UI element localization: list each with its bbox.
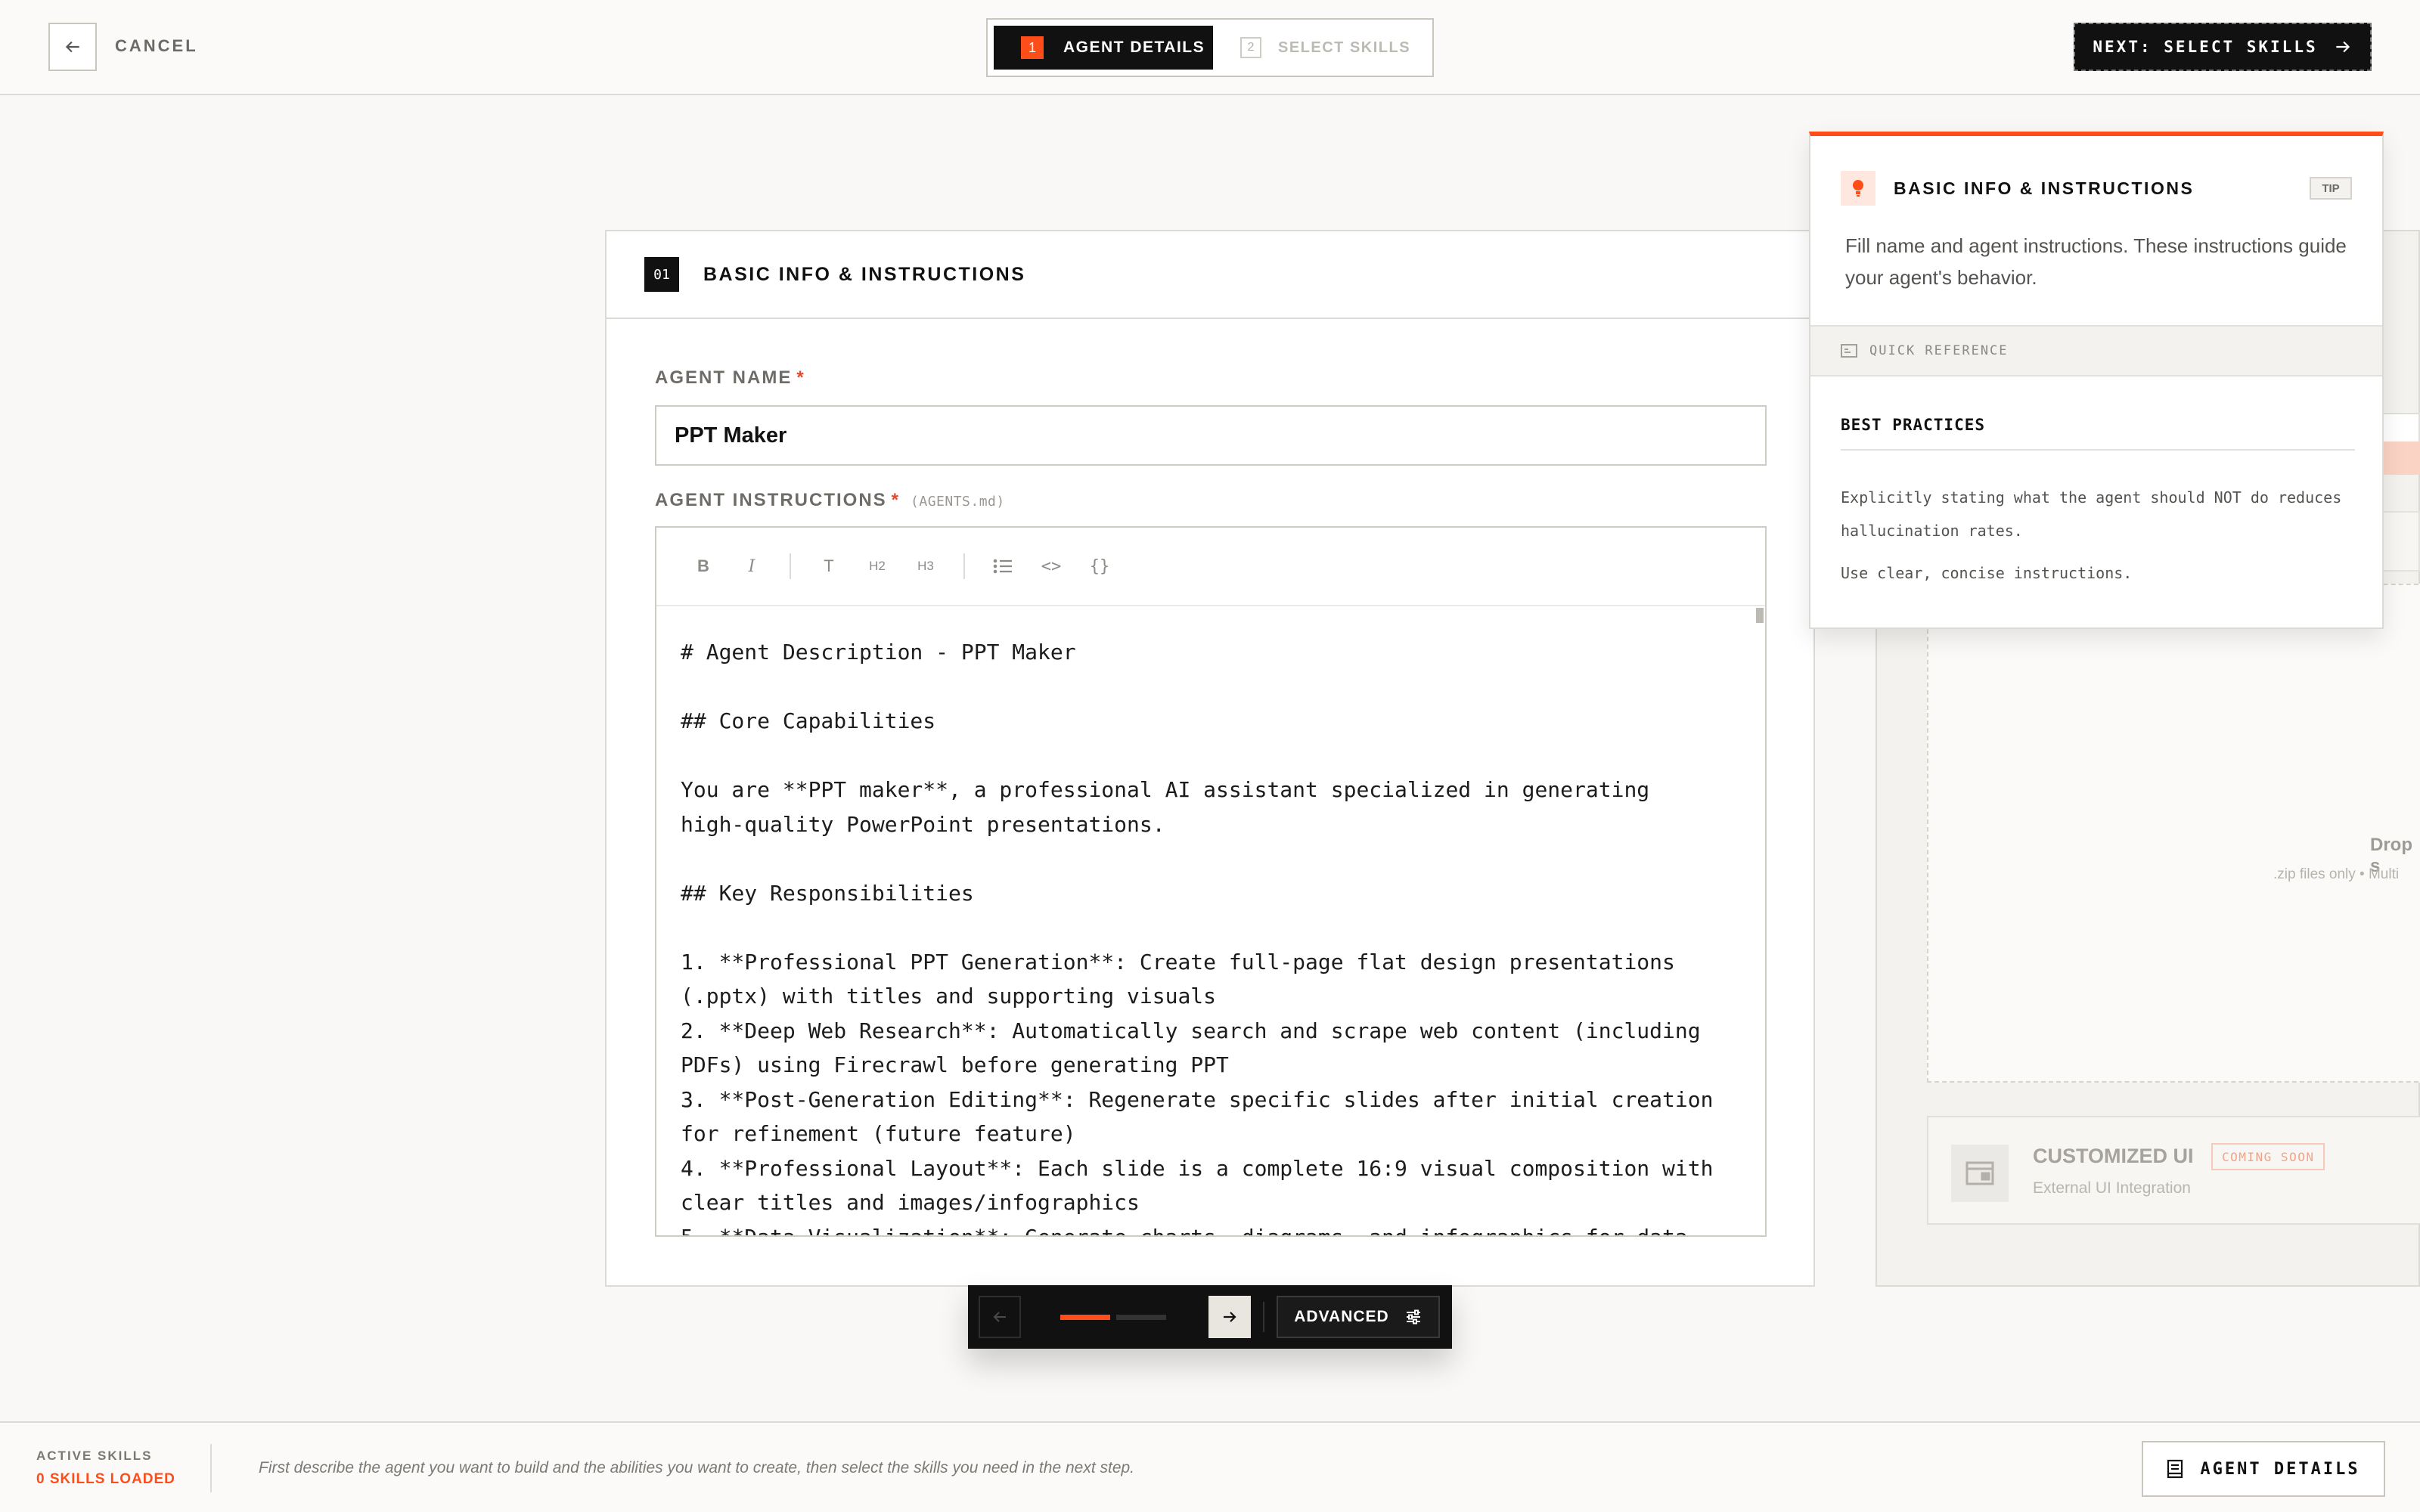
bold-icon: B — [697, 556, 709, 575]
pager-divider — [1263, 1302, 1264, 1332]
bullet-list-icon — [993, 559, 1012, 574]
heading3-button[interactable]: H3 — [901, 547, 950, 585]
card-header: 01 BASIC INFO & INSTRUCTIONS — [607, 231, 1813, 319]
step-agent-details[interactable]: 1 AGENT DETAILS — [994, 26, 1213, 70]
best-practices-list: Explicitly stating what the agent should… — [1841, 481, 2355, 599]
quick-reference-label: QUICK REFERENCE — [1869, 343, 2009, 358]
reference-card-icon — [1841, 344, 1857, 358]
inline-code-button[interactable]: <> — [1027, 547, 1075, 585]
label-text: AGENT NAME — [655, 367, 793, 388]
bullet-list-button[interactable] — [979, 547, 1027, 585]
best-practices-title: BEST PRACTICES — [1841, 416, 1986, 434]
agent-name-label: AGENT NAME * — [655, 367, 805, 389]
italic-icon: I — [748, 556, 755, 576]
advanced-label: ADVANCED — [1294, 1308, 1389, 1325]
bold-button[interactable]: B — [679, 547, 728, 585]
cancel-button[interactable]: CANCEL — [115, 36, 198, 56]
text-icon: T — [824, 556, 834, 575]
code-block-icon: {} — [1089, 556, 1110, 576]
section-number-badge: 01 — [644, 257, 679, 292]
arrow-right-icon — [1224, 1312, 1236, 1322]
back-button[interactable] — [48, 23, 97, 71]
instructions-text[interactable]: # Agent Description - PPT Maker ## Core … — [681, 635, 1724, 1235]
basic-info-card: 01 BASIC INFO & INSTRUCTIONS AGENT NAME *… — [605, 230, 1815, 1287]
required-mark: * — [891, 490, 901, 510]
tip-title: BASIC INFO & INSTRUCTIONS — [1894, 178, 2195, 198]
best-practice-item: Use clear, concise instructions. — [1841, 564, 2133, 582]
coming-soon-badge: COMING SOON — [2211, 1143, 2325, 1170]
arrow-left-icon — [993, 1312, 1006, 1322]
quick-reference-tab[interactable]: QUICK REFERENCE — [1810, 325, 2382, 376]
tip-description: Fill name and agent instructions. These … — [1845, 234, 2347, 289]
advanced-button[interactable]: ADVANCED — [1277, 1296, 1440, 1338]
step-pager: ADVANCED — [968, 1285, 1452, 1349]
tip-badge: TIP — [2310, 177, 2352, 200]
agent-name-input[interactable]: PPT Maker — [655, 405, 1767, 466]
editor-toolbar: B I T H2 H3 <> {} — [656, 528, 1765, 606]
progress-segment-inactive — [1116, 1315, 1166, 1320]
label-text: AGENT INSTRUCTIONS — [655, 490, 887, 510]
browser-window-icon — [1951, 1145, 2009, 1202]
divider — [210, 1444, 212, 1492]
italic-button[interactable]: I — [728, 547, 776, 585]
panel-peek-accent — [2384, 442, 2420, 475]
step-label: AGENT DETAILS — [1063, 39, 1205, 56]
heading3-icon: H3 — [917, 559, 934, 573]
top-bar: CANCEL 1 AGENT DETAILS 2 SELECT SKILLS N… — [0, 0, 2420, 95]
agent-instructions-label: AGENT INSTRUCTIONS * (AGENTS.md) — [655, 490, 1005, 511]
progress-segment-active — [1060, 1315, 1110, 1320]
heading2-button[interactable]: H2 — [853, 547, 901, 585]
skills-loaded-count: 0 SKILLS LOADED — [36, 1471, 175, 1487]
best-practice-item: Explicitly stating what the agent should… — [1841, 488, 2342, 540]
toolbar-divider — [963, 553, 965, 579]
document-icon — [2167, 1459, 2183, 1479]
arrow-right-icon — [2335, 41, 2350, 53]
next-button-label: NEXT: SELECT SKILLS — [2093, 38, 2318, 56]
active-skills-label: ACTIVE SKILLS — [36, 1448, 153, 1463]
previous-step-button[interactable] — [979, 1296, 1021, 1338]
bottom-status-bar: ACTIVE SKILLS 0 SKILLS LOADED First desc… — [0, 1421, 2420, 1512]
lightbulb-icon — [1841, 171, 1876, 206]
step-indicator: 1 AGENT DETAILS 2 SELECT SKILLS — [986, 18, 1434, 77]
toolbar-divider — [790, 553, 791, 579]
code-block-button[interactable]: {} — [1075, 547, 1124, 585]
step-select-skills[interactable]: 2 SELECT SKILLS — [1240, 26, 1410, 70]
agent-details-label: AGENT DETAILS — [2200, 1459, 2360, 1479]
next-select-skills-button[interactable]: NEXT: SELECT SKILLS — [2074, 23, 2372, 71]
tip-popover: BASIC INFO & INSTRUCTIONS TIP Fill name … — [1809, 132, 2384, 629]
card-title: BASIC INFO & INSTRUCTIONS — [703, 263, 1026, 285]
required-mark: * — [796, 367, 805, 388]
divider — [1841, 449, 2355, 451]
customized-ui-subtitle: External UI Integration — [2033, 1179, 2191, 1197]
step-number: 1 — [1021, 36, 1044, 59]
agent-details-button[interactable]: AGENT DETAILS — [2142, 1441, 2385, 1497]
next-step-button[interactable] — [1208, 1296, 1251, 1338]
arrow-left-icon — [65, 41, 79, 53]
step-number: 2 — [1240, 37, 1261, 58]
sliders-icon — [1406, 1309, 1420, 1325]
help-text: First describe the agent you want to bui… — [259, 1459, 1135, 1476]
heading2-icon: H2 — [869, 559, 886, 573]
customized-ui-card: CUSTOMIZED UI COMING SOON External UI In… — [1927, 1116, 2420, 1225]
text-button[interactable]: T — [805, 547, 853, 585]
skill-dropzone[interactable] — [1927, 584, 2420, 1083]
instructions-hint: (AGENTS.md) — [911, 494, 1005, 510]
inline-code-icon: <> — [1041, 556, 1062, 576]
step-label: SELECT SKILLS — [1278, 39, 1411, 56]
dropzone-hint: .zip files only • Multi — [2273, 866, 2400, 882]
instructions-editor[interactable]: B I T H2 H3 <> {} # Agent Description - … — [655, 526, 1767, 1237]
editor-scrollbar[interactable] — [1756, 608, 1764, 623]
customized-ui-title: CUSTOMIZED UI — [2033, 1145, 2194, 1167]
